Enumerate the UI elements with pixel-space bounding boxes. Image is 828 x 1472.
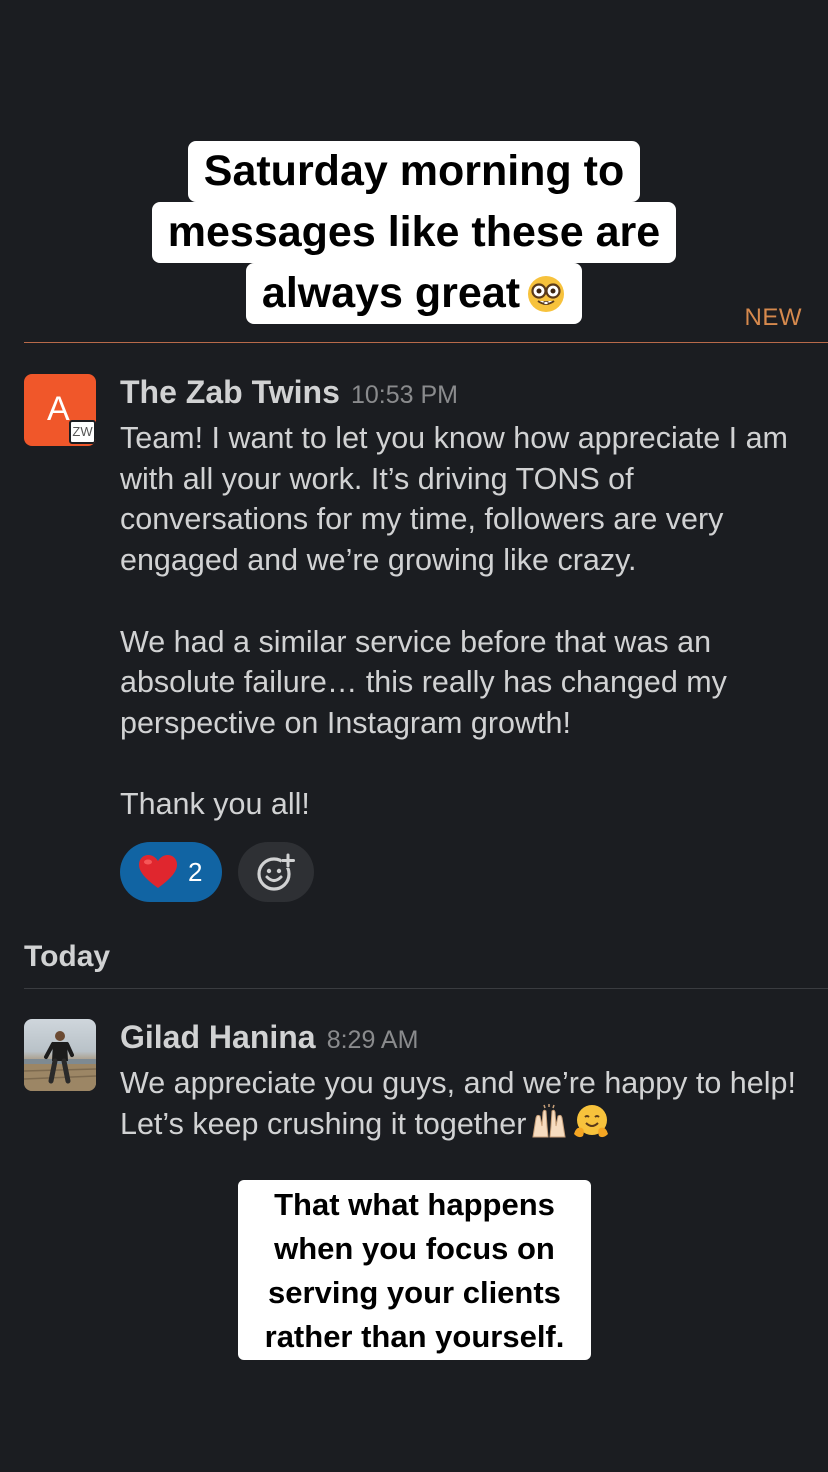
bottom-caption-line-2: when you focus on xyxy=(274,1231,555,1266)
new-messages-label: NEW xyxy=(744,304,802,331)
message-paragraph: Team! I want to let you know how appreci… xyxy=(120,421,788,578)
message-text: We appreciate you guys, and we’re happy … xyxy=(120,1066,796,1141)
bottom-caption-line-3: serving your clients xyxy=(268,1275,561,1310)
day-divider-label: Today xyxy=(24,940,111,973)
top-caption: Saturday morning to messages like these … xyxy=(0,141,828,324)
day-divider xyxy=(24,988,828,989)
sender-name[interactable]: The Zab Twins xyxy=(120,374,340,410)
message-header: Gilad Hanina 8:29 AM xyxy=(120,1019,418,1056)
reaction-heart[interactable]: 2 xyxy=(120,842,222,902)
top-caption-line-1: Saturday morning to xyxy=(187,141,641,202)
timestamp[interactable]: 8:29 AM xyxy=(327,1026,419,1054)
message-paragraph: We had a similar service before that was… xyxy=(120,624,727,740)
raising-hands-icon xyxy=(532,1103,566,1138)
message-header: The Zab Twins 10:53 PM xyxy=(120,374,458,411)
top-caption-line-2: messages like these are xyxy=(151,202,677,263)
top-caption-line-3: always great xyxy=(245,263,583,324)
top-caption-line-3-text: always great xyxy=(261,269,521,317)
avatar-letter: A xyxy=(47,390,70,428)
timestamp[interactable]: 10:53 PM xyxy=(351,381,458,409)
workspace-badge: ZW xyxy=(69,420,96,444)
reaction-count: 2 xyxy=(188,856,203,887)
message-body: Team! I want to let you know how appreci… xyxy=(120,418,820,825)
bottom-caption-line-1: That what happens xyxy=(274,1187,555,1222)
avatar[interactable] xyxy=(24,1019,96,1091)
nerd-face-icon xyxy=(528,276,565,312)
sender-name[interactable]: Gilad Hanina xyxy=(120,1019,316,1055)
bottom-caption-line-4: rather than yourself. xyxy=(264,1319,565,1354)
add-reaction-button[interactable] xyxy=(238,842,314,902)
add-reaction-icon xyxy=(257,853,295,891)
new-messages-divider xyxy=(24,342,828,343)
avatar[interactable]: A ZW xyxy=(24,374,96,446)
bottom-caption: That what happens when you focus on serv… xyxy=(238,1180,591,1360)
hugging-face-icon xyxy=(574,1104,609,1137)
person-photo-icon xyxy=(24,1031,96,1091)
message-body: We appreciate you guys, and we’re happy … xyxy=(120,1063,820,1144)
message-paragraph: Thank you all! xyxy=(120,787,310,822)
reaction-bar: 2 xyxy=(120,842,314,902)
red-heart-icon xyxy=(139,855,177,888)
